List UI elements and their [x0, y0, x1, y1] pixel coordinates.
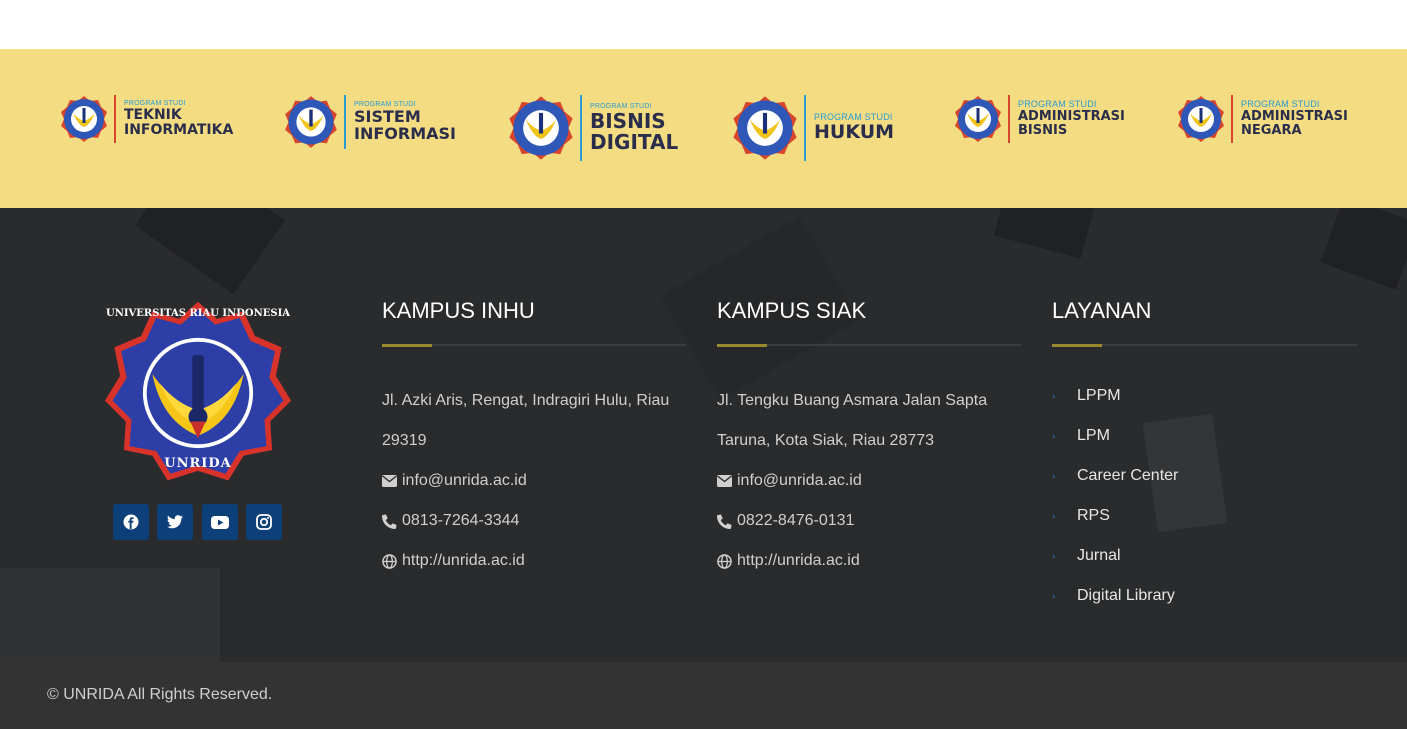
program-name-line1: TEKNIK — [124, 107, 182, 124]
layanan-item-lppm[interactable]: › LPPM — [1052, 387, 1121, 405]
kampus-siak-address-line2: Taruna, Kota Siak, Riau 28773 — [717, 432, 935, 449]
layanan-item-jurnal[interactable]: › Jurnal — [1052, 547, 1121, 565]
layanan-item-label: Digital Library — [1077, 587, 1175, 604]
program-administrasi-negara[interactable]: PROGRAM STUDI ADMINISTRASI NEGARA — [1177, 95, 1348, 143]
twitter-button[interactable] — [157, 504, 193, 540]
twitter-icon — [167, 515, 183, 529]
kampus-inhu-phone-row[interactable]: 0813-7264-3344 — [382, 512, 519, 530]
unrida-seal-icon — [509, 96, 573, 160]
kampus-inhu-address-line1: Jl. Azki Aris, Rengat, Indragiri Hulu, R… — [382, 392, 670, 409]
kampus-inhu-address-line2: 29319 — [382, 432, 427, 449]
background-decoration — [0, 568, 220, 662]
divider — [580, 95, 582, 161]
program-name-line1: ADMINISTRASI — [1018, 109, 1125, 125]
facebook-button[interactable] — [113, 504, 149, 540]
divider — [804, 95, 806, 161]
copyright-bar: © UNRIDA All Rights Reserved. — [0, 662, 1407, 729]
layanan-item-career-center[interactable]: › Career Center — [1052, 467, 1179, 485]
section-divider — [1052, 344, 1357, 347]
program-logos-banner: PROGRAM STUDI TEKNIK INFORMATIKA PROGRAM… — [0, 49, 1407, 208]
program-name-line1: HUKUM — [814, 120, 895, 143]
program-name-line1: ADMINISTRASI — [1241, 109, 1348, 125]
kampus-siak-title: KAMPUS SIAK — [717, 298, 867, 323]
kampus-siak-email[interactable]: info@unrida.ac.id — [737, 472, 862, 490]
kampus-inhu-title: KAMPUS INHU — [382, 298, 535, 323]
layanan-item-digital-library[interactable]: › Digital Library — [1052, 587, 1175, 605]
chevron-right-icon: › — [1052, 550, 1056, 562]
program-name-line2: INFORMASI — [354, 123, 456, 143]
program-teknik-informatika[interactable]: PROGRAM STUDI TEKNIK INFORMATIKA — [60, 95, 233, 143]
divider — [344, 95, 346, 149]
layanan-item-label: LPM — [1077, 427, 1110, 444]
kampus-siak-web[interactable]: http://unrida.ac.id — [737, 552, 860, 570]
youtube-icon — [211, 515, 229, 529]
copyright-text: © UNRIDA All Rights Reserved. — [47, 686, 273, 703]
layanan-item-label: Jurnal — [1077, 547, 1121, 564]
background-decoration — [1320, 208, 1407, 290]
kampus-inhu-web-row[interactable]: http://unrida.ac.id — [382, 552, 525, 570]
divider — [114, 95, 116, 143]
unrida-seal-icon — [733, 96, 797, 160]
unrida-seal-icon — [955, 96, 1001, 142]
site-footer: UNIVERSITAS RIAU INDONESIA UNRIDA KAMPUS… — [0, 208, 1407, 662]
instagram-button[interactable] — [246, 504, 282, 540]
layanan-item-label: RPS — [1077, 507, 1110, 524]
logo-bottom-text: UNRIDA — [164, 456, 232, 471]
chevron-right-icon: › — [1052, 510, 1056, 522]
divider — [1231, 95, 1233, 143]
program-name-line2: NEGARA — [1241, 122, 1302, 138]
section-divider — [717, 344, 1021, 347]
kampus-inhu-phone[interactable]: 0813-7264-3344 — [402, 512, 519, 530]
layanan-title: LAYANAN — [1052, 298, 1152, 323]
kampus-inhu-email-row[interactable]: info@unrida.ac.id — [382, 472, 527, 490]
layanan-item-rps[interactable]: › RPS — [1052, 507, 1110, 525]
envelope-icon — [717, 475, 732, 487]
unrida-seal-icon — [285, 96, 337, 148]
phone-icon — [717, 513, 732, 529]
kampus-siak-email-row[interactable]: info@unrida.ac.id — [717, 472, 862, 490]
background-decoration — [993, 208, 1097, 259]
layanan-item-label: LPPM — [1077, 387, 1121, 404]
phone-icon — [382, 513, 397, 529]
top-strip — [0, 0, 1407, 49]
globe-icon — [717, 553, 732, 569]
kampus-siak-phone[interactable]: 0822-8476-0131 — [737, 512, 854, 530]
kampus-siak-web-row[interactable]: http://unrida.ac.id — [717, 552, 860, 570]
layanan-item-lpm[interactable]: › LPM — [1052, 427, 1110, 445]
chevron-right-icon: › — [1052, 470, 1056, 482]
layanan-item-label: Career Center — [1077, 467, 1179, 484]
program-administrasi-bisnis[interactable]: PROGRAM STUDI ADMINISTRASI BISNIS — [954, 95, 1125, 143]
youtube-button[interactable] — [202, 504, 238, 540]
kampus-siak-phone-row[interactable]: 0822-8476-0131 — [717, 512, 854, 530]
program-name-line1: BISNIS — [590, 108, 666, 133]
chevron-right-icon: › — [1052, 390, 1056, 402]
unrida-seal-icon — [1178, 96, 1224, 142]
kampus-inhu-web[interactable]: http://unrida.ac.id — [402, 552, 525, 570]
logo-ring-text: UNIVERSITAS RIAU INDONESIA — [105, 308, 291, 319]
program-name-line2: INFORMATIKA — [124, 121, 234, 138]
kampus-siak-address-line1: Jl. Tengku Buang Asmara Jalan Sapta — [717, 392, 988, 409]
program-name-line2: DIGITAL — [590, 129, 679, 154]
program-name-line2: BISNIS — [1018, 122, 1068, 138]
instagram-icon — [256, 514, 272, 530]
globe-icon — [382, 553, 397, 569]
program-sistem-informasi[interactable]: PROGRAM STUDI SISTEM INFORMASI — [284, 95, 456, 149]
program-bisnis-digital[interactable]: PROGRAM STUDI BISNIS DIGITAL — [508, 95, 678, 161]
chevron-right-icon: › — [1052, 430, 1056, 442]
envelope-icon — [382, 475, 397, 487]
unrida-seal-icon — [61, 96, 107, 142]
program-hukum[interactable]: PROGRAM STUDI HUKUM — [732, 95, 894, 161]
chevron-right-icon: › — [1052, 590, 1056, 602]
section-divider — [382, 344, 686, 347]
kampus-inhu-email[interactable]: info@unrida.ac.id — [402, 472, 527, 490]
background-decoration — [135, 208, 285, 295]
divider — [1008, 95, 1010, 143]
facebook-icon — [123, 514, 139, 530]
